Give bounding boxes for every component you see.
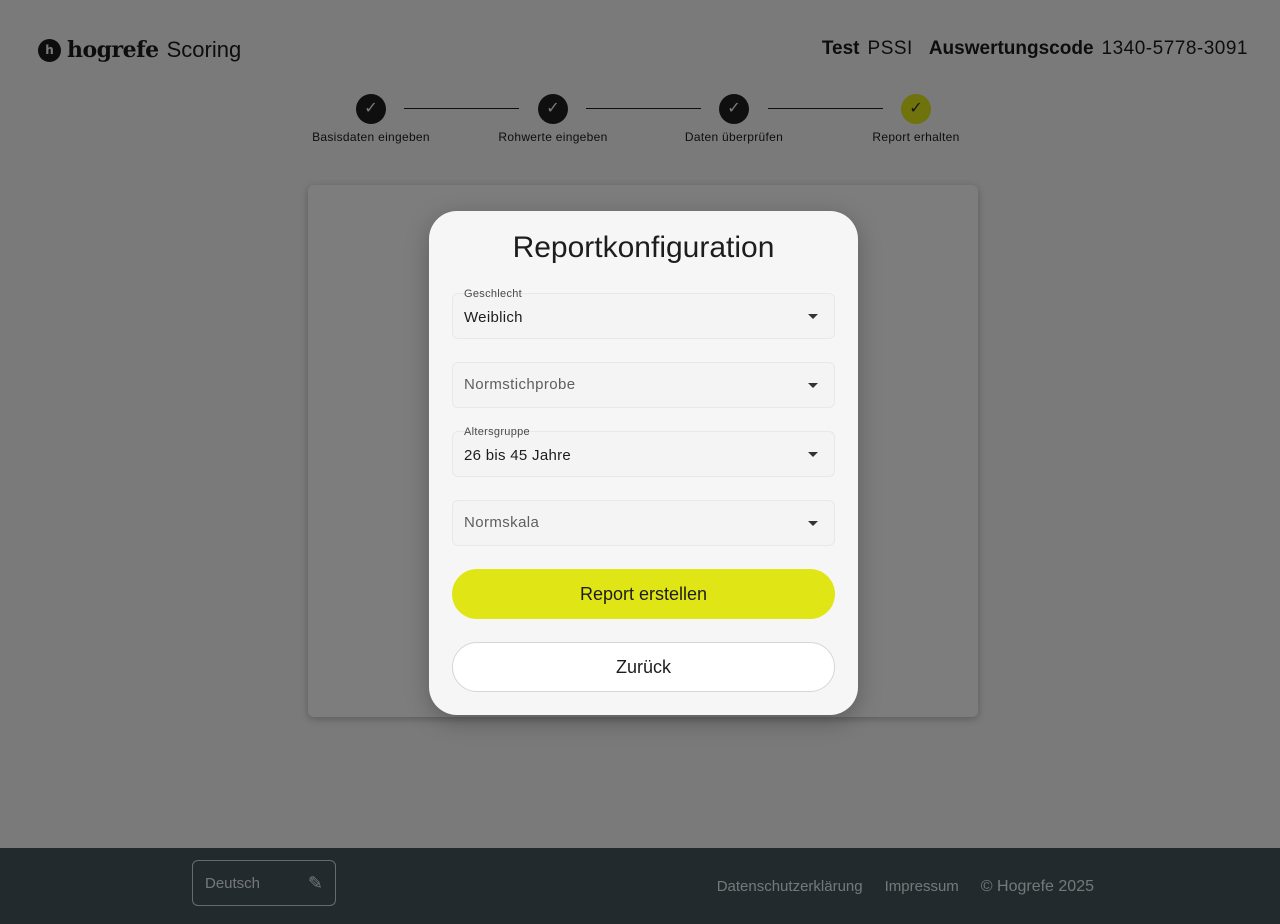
caret-down-icon [808,521,818,526]
field-value: 26 bis 45 Jahre [464,447,572,464]
field-value: Weiblich [464,309,523,326]
create-report-button[interactable]: Report erstellen [452,569,835,619]
field-placeholder: Normskala [464,514,540,531]
caret-down-icon [808,383,818,388]
back-button[interactable]: Zurück [452,642,835,692]
norm-sample-select[interactable]: Normstichprobe [452,362,835,408]
caret-down-icon [808,314,818,319]
norm-scale-select[interactable]: Normskala [452,500,835,546]
age-group-select[interactable]: Altersgruppe 26 bis 45 Jahre [452,426,835,477]
field-label: Geschlecht [464,288,523,300]
field-placeholder: Normstichprobe [464,376,576,393]
field-label: Altersgruppe [464,426,530,438]
gender-select[interactable]: Geschlecht Weiblich [452,288,835,339]
dialog-title: Reportkonfiguration [512,231,775,264]
caret-down-icon [808,452,818,457]
report-config-dialog: Reportkonfiguration Geschlecht Weiblich … [429,211,858,715]
